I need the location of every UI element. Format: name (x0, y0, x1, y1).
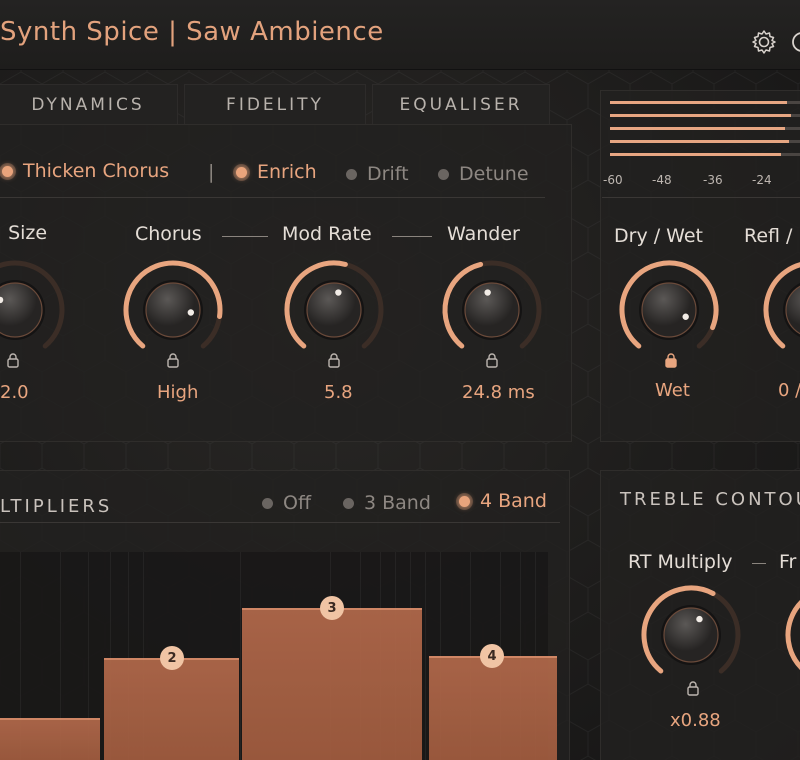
chorus-value[interactable]: High (157, 382, 198, 403)
size-value[interactable]: 2.0 (0, 382, 29, 403)
refl-value[interactable]: 0 / (778, 380, 800, 401)
knob-value-arc (785, 600, 800, 670)
meter-bar (610, 101, 787, 104)
knob-cap (663, 607, 719, 663)
grid-line (425, 552, 426, 760)
connector-line (222, 236, 268, 237)
band-3[interactable] (242, 608, 422, 760)
chorus-label: Chorus (135, 223, 202, 245)
knob-pointer (682, 313, 689, 320)
meter-tick: -48 (652, 173, 672, 187)
meter-tick: -60 (603, 173, 623, 187)
mode-drift[interactable]: Drift (346, 163, 409, 185)
mode-indicator (236, 166, 247, 178)
mode-enrich[interactable]: Enrich (236, 161, 317, 183)
dry-wet-value[interactable]: Wet (655, 380, 690, 401)
band-4[interactable] (429, 656, 557, 760)
knob-cap (785, 285, 800, 335)
mode-indicator (346, 168, 357, 180)
mod-rate-value[interactable]: 5.8 (324, 382, 353, 403)
gear-icon[interactable] (750, 28, 778, 56)
knob-pointer (484, 289, 491, 296)
rt-multiply-label: RT Multiply (628, 551, 733, 573)
band-number-badge[interactable]: 4 (480, 644, 504, 668)
mode-thicken-chorus[interactable]: Thicken Chorus (2, 160, 169, 182)
power-icon[interactable] (788, 28, 800, 56)
connector-line (392, 236, 432, 237)
tab-fidelity[interactable]: FIDELITY (184, 84, 366, 124)
lock-icon[interactable] (686, 680, 700, 696)
knob-pointer (696, 615, 703, 623)
lock-icon[interactable] (166, 352, 180, 368)
meter-bar (610, 127, 785, 130)
lock-icon[interactable] (664, 352, 678, 368)
divider (602, 197, 800, 198)
mode-detune[interactable]: Detune (438, 163, 529, 185)
knob-cap (464, 282, 520, 338)
dry-wet-label: Dry / Wet (614, 225, 703, 247)
meter-bar (610, 153, 781, 156)
tab-equaliser[interactable]: EQUALISER (372, 84, 550, 124)
band-option-3[interactable]: 3 Band (343, 492, 431, 514)
rt-multiply-value[interactable]: x0.88 (670, 710, 721, 731)
plugin-window: Synth Spice | Saw Ambience DYNAMICS FIDE… (0, 0, 800, 760)
wander-value[interactable]: 24.8 ms (462, 382, 535, 403)
band-indicator (262, 497, 273, 509)
freq-label: Fr (779, 551, 797, 573)
tab-dynamics[interactable]: DYNAMICS (0, 84, 178, 124)
refl-knob[interactable] (758, 258, 800, 368)
lock-icon[interactable] (485, 352, 499, 368)
band-1[interactable] (0, 718, 100, 760)
wander-label: Wander (447, 223, 520, 245)
divider (0, 522, 560, 523)
grid-line (240, 552, 241, 760)
knob-cap (306, 282, 362, 338)
title-bar: Synth Spice | Saw Ambience (0, 0, 800, 70)
band-option-4[interactable]: 4 Band (459, 490, 547, 512)
multipliers-title: LTIPLIERS (0, 496, 113, 517)
meter-tick: -24 (752, 173, 772, 187)
knob-pointer (335, 289, 342, 296)
band-number-badge[interactable]: 3 (320, 596, 344, 620)
freq-knob[interactable] (780, 583, 800, 693)
band-2[interactable] (104, 658, 239, 760)
band-indicator (343, 497, 354, 509)
rt-multiply-knob[interactable] (636, 583, 746, 693)
band-option-off[interactable]: Off (262, 492, 311, 514)
meter-bar (610, 114, 791, 117)
knob-cap (641, 282, 697, 338)
lock-icon[interactable] (6, 352, 20, 368)
meter-bar (610, 140, 789, 143)
mod-rate-label: Mod Rate (282, 223, 372, 245)
divider (0, 197, 545, 198)
lock-icon[interactable] (327, 352, 341, 368)
app-title: Synth Spice | Saw Ambience (0, 17, 384, 47)
mode-indicator (438, 168, 449, 180)
meter-tick: -36 (703, 173, 723, 187)
connector-line (752, 563, 766, 564)
knob-pointer (187, 309, 195, 316)
band-indicator (459, 495, 470, 507)
treble-title: TREBLE CONTOU (620, 489, 800, 510)
mode-separator: | (208, 161, 215, 183)
band-number-badge[interactable]: 2 (160, 646, 184, 670)
refl-label: Refl / (744, 225, 793, 247)
size-label: . Size (0, 222, 48, 244)
mode-indicator (2, 165, 13, 177)
